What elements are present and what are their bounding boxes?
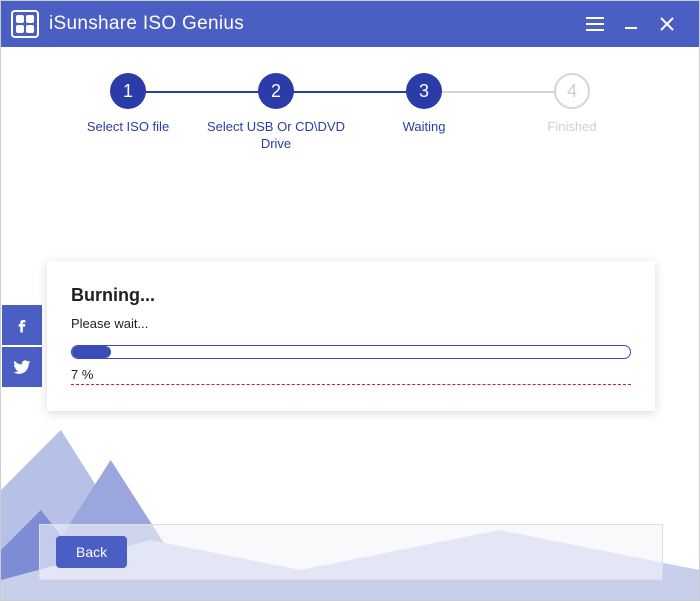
progress-title: Burning...	[71, 285, 631, 306]
back-button[interactable]: Back	[56, 536, 127, 568]
social-tabs	[2, 305, 42, 389]
step-2: 2 Select USB Or CD\DVD Drive	[202, 73, 350, 153]
twitter-button[interactable]	[2, 347, 42, 387]
step-4-label: Finished	[498, 119, 646, 136]
facebook-button[interactable]	[2, 305, 42, 345]
step-3: 3 Waiting	[350, 73, 498, 153]
app-logo-icon	[11, 10, 39, 38]
footer-bar: Back	[39, 524, 663, 580]
progress-percent-text: 7 %	[71, 367, 631, 382]
step-3-number: 3	[406, 73, 442, 109]
app-title: iSunshare ISO Genius	[49, 13, 244, 35]
progress-card: Burning... Please wait... 7 %	[47, 261, 655, 411]
progress-fill	[72, 346, 111, 358]
progress-subtitle: Please wait...	[71, 316, 631, 331]
close-button[interactable]	[649, 1, 685, 47]
step-4: 4 Finished	[498, 73, 646, 153]
step-4-number: 4	[554, 73, 590, 109]
titlebar: iSunshare ISO Genius	[1, 1, 699, 47]
progress-bar	[71, 345, 631, 359]
step-2-label: Select USB Or CD\DVD Drive	[202, 119, 350, 153]
step-3-label: Waiting	[350, 119, 498, 136]
annotation-underline	[71, 384, 631, 385]
menu-button[interactable]	[577, 1, 613, 47]
step-1: 1 Select ISO file	[54, 73, 202, 153]
step-2-number: 2	[258, 73, 294, 109]
stepper: 1 Select ISO file 2 Select USB Or CD\DVD…	[1, 47, 699, 163]
step-1-label: Select ISO file	[54, 119, 202, 136]
step-1-number: 1	[110, 73, 146, 109]
minimize-button[interactable]	[613, 1, 649, 47]
